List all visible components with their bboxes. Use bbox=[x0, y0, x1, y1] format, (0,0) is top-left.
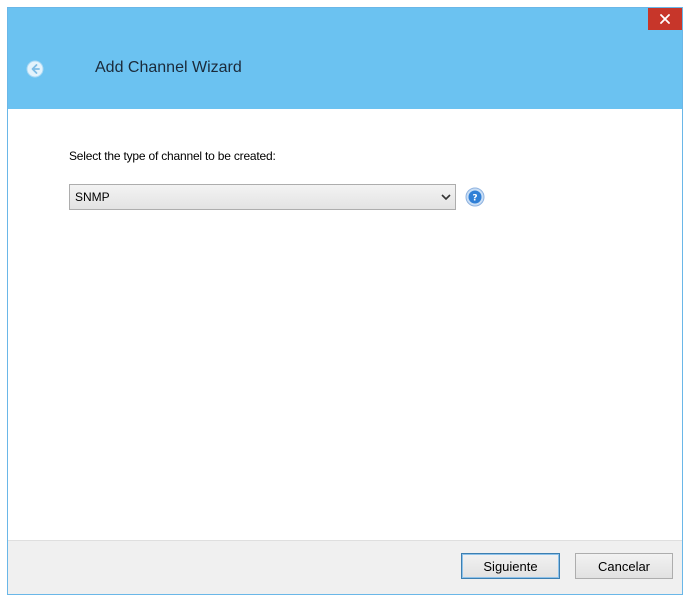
channel-type-select[interactable]: SNMP bbox=[69, 184, 456, 210]
channel-type-value: SNMP bbox=[75, 190, 110, 204]
cancel-button[interactable]: Cancelar bbox=[575, 553, 673, 579]
wizard-header: Add Channel Wizard bbox=[8, 8, 682, 109]
wizard-content: Select the type of channel to be created… bbox=[8, 109, 682, 540]
back-button[interactable] bbox=[26, 60, 44, 78]
help-icon: ? bbox=[465, 187, 485, 207]
wizard-window: Add Channel Wizard Select the type of ch… bbox=[7, 7, 683, 595]
wizard-footer: Siguiente Cancelar bbox=[8, 540, 682, 594]
next-button[interactable]: Siguiente bbox=[461, 553, 560, 579]
svg-text:?: ? bbox=[472, 193, 477, 203]
channel-type-label: Select the type of channel to be created… bbox=[69, 149, 276, 163]
help-button[interactable]: ? bbox=[465, 187, 485, 207]
back-arrow-icon bbox=[26, 60, 44, 78]
chevron-down-icon bbox=[437, 185, 455, 209]
wizard-title: Add Channel Wizard bbox=[95, 59, 242, 76]
close-icon bbox=[660, 14, 670, 24]
close-button[interactable] bbox=[648, 8, 682, 30]
